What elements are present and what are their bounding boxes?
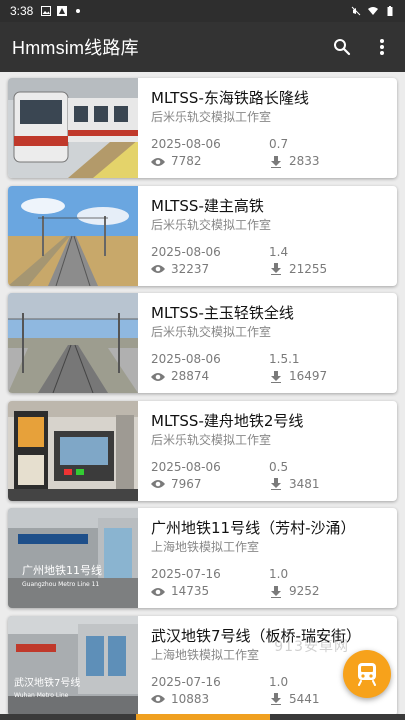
route-card[interactable]: 武汉地铁7号线 Wuhan Metro Line 武汉地铁7号线（板桥-瑞安街）… xyxy=(8,615,397,716)
route-date: 2025-08-06 xyxy=(151,137,221,151)
route-card[interactable]: MLTSS-建舟地铁2号线 后米乐轨交模拟工作室 2025-08-06 0.5 … xyxy=(8,400,397,501)
eye-icon xyxy=(151,587,165,596)
route-name: MLTSS-建主高铁 xyxy=(151,196,264,215)
route-card[interactable]: MLTSS-东海铁路长隆线 后米乐轨交模拟工作室 2025-08-06 0.7 … xyxy=(8,78,397,178)
eye-icon xyxy=(151,695,165,703)
mute-icon xyxy=(351,6,361,16)
route-views: 7967 xyxy=(171,476,202,491)
search-button[interactable] xyxy=(331,36,353,58)
route-version: 0.5 xyxy=(269,459,289,474)
train-icon xyxy=(358,663,376,686)
route-thumbnail xyxy=(8,400,138,501)
route-date: 2025-07-16 xyxy=(151,674,221,689)
dot-icon xyxy=(76,9,81,13)
route-date: 2025-08-06 xyxy=(151,459,221,474)
route-author: 后米乐轨交模拟工作室 xyxy=(151,432,272,447)
eye-icon xyxy=(151,480,165,488)
download-icon xyxy=(271,693,281,705)
route-date: 2025-07-16 xyxy=(151,567,221,581)
route-views: 14735 xyxy=(171,584,210,598)
status-bar: 3:38 xyxy=(0,0,405,22)
gallery-notification-icon xyxy=(41,6,52,16)
route-thumbnail: 广州地铁11号线 Guangzhou Metro Line 11 xyxy=(8,508,138,608)
more-options-button[interactable] xyxy=(371,36,393,58)
eye-icon xyxy=(151,157,165,166)
route-thumbnail xyxy=(8,293,138,393)
route-downloads: 5441 xyxy=(289,691,320,706)
route-author: 后米乐轨交模拟工作室 xyxy=(151,325,272,339)
route-version: 1.5.1 xyxy=(269,352,300,366)
download-icon xyxy=(271,370,281,383)
route-name: MLTSS-东海铁路长隆线 xyxy=(151,89,309,107)
route-author: 上海地铁模拟工作室 xyxy=(151,540,260,554)
route-thumbnail xyxy=(8,185,138,286)
route-name: MLTSS-主玉轻铁全线 xyxy=(151,304,294,322)
route-downloads: 16497 xyxy=(289,369,328,383)
route-date: 2025-08-06 xyxy=(151,244,221,259)
route-version: 0.7 xyxy=(269,137,289,151)
route-name: 广州地铁11号线（芳村-沙涌） xyxy=(151,519,356,537)
route-version: 1.4 xyxy=(269,244,289,259)
route-thumbnail: 武汉地铁7号线 Wuhan Metro Line xyxy=(8,615,138,716)
thumbnail-caption: 武汉地铁7号线 xyxy=(14,676,80,689)
image-notification-icon xyxy=(57,6,68,16)
download-icon xyxy=(271,478,281,490)
train-fab-button[interactable] xyxy=(343,650,391,698)
watermark: 913安卓网 xyxy=(274,639,349,655)
thumbnail-caption-en: Wuhan Metro Line xyxy=(14,692,69,699)
bottom-nav-bar xyxy=(0,714,405,720)
bottom-indicator xyxy=(136,714,270,720)
download-icon xyxy=(271,155,281,168)
more-vert-icon xyxy=(380,39,384,55)
route-downloads: 9252 xyxy=(289,584,320,598)
route-views: 7782 xyxy=(171,154,202,168)
wifi-icon xyxy=(368,7,378,15)
eye-icon xyxy=(151,265,165,273)
route-version: 1.0 xyxy=(269,674,289,689)
eye-icon xyxy=(151,372,165,381)
route-card[interactable]: 广州地铁11号线 Guangzhou Metro Line 11 广州地铁11号… xyxy=(8,508,397,608)
thumbnail-caption-en: Guangzhou Metro Line 11 xyxy=(22,581,99,588)
route-list[interactable]: MLTSS-东海铁路长隆线 后米乐轨交模拟工作室 2025-08-06 0.7 … xyxy=(0,72,405,720)
route-views: 32237 xyxy=(171,261,210,276)
route-thumbnail xyxy=(8,78,138,178)
route-name: 武汉地铁7号线（板桥-瑞安街） xyxy=(151,626,361,645)
route-card[interactable]: MLTSS-主玉轻铁全线 后米乐轨交模拟工作室 2025-08-06 1.5.1… xyxy=(8,293,397,393)
thumbnail-caption: 广州地铁11号线 xyxy=(22,563,102,577)
status-time: 3:38 xyxy=(10,4,34,18)
battery-icon xyxy=(387,6,393,16)
route-version: 1.0 xyxy=(269,567,289,581)
search-icon xyxy=(334,39,351,56)
route-author: 后米乐轨交模拟工作室 xyxy=(151,217,272,232)
app-title: Hmmsim线路库 xyxy=(12,38,139,58)
route-views: 10883 xyxy=(171,691,210,706)
route-author: 后米乐轨交模拟工作室 xyxy=(151,110,272,124)
download-icon xyxy=(271,585,281,598)
route-name: MLTSS-建舟地铁2号线 xyxy=(151,411,304,430)
route-downloads: 2833 xyxy=(289,154,320,168)
route-views: 28874 xyxy=(171,369,210,383)
route-date: 2025-08-06 xyxy=(151,352,221,366)
app-bar: Hmmsim线路库 xyxy=(0,22,405,72)
route-card[interactable]: MLTSS-建主高铁 后米乐轨交模拟工作室 2025-08-06 1.4 322… xyxy=(8,185,397,286)
download-icon xyxy=(271,263,281,275)
route-downloads: 3481 xyxy=(289,476,320,491)
route-downloads: 21255 xyxy=(289,261,328,276)
